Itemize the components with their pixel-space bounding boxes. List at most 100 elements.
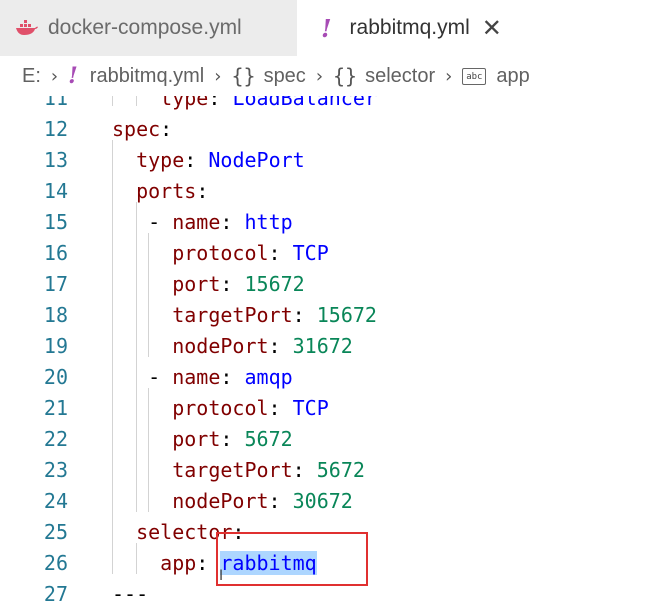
code-text: protocol: TCP <box>112 238 329 269</box>
highlight-box <box>216 532 368 586</box>
code-text: type: LoadBalancer <box>112 96 377 114</box>
close-icon[interactable]: ✕ <box>482 14 502 42</box>
separator: --- <box>112 582 149 606</box>
separator: : <box>220 427 245 451</box>
separator: : <box>160 117 173 141</box>
breadcrumb: E: › ! rabbitmq.yml › {} spec › {} selec… <box>0 56 645 96</box>
code-text: ports: <box>112 176 208 207</box>
yaml-key: spec <box>112 117 161 141</box>
code-text: protocol: TCP <box>112 393 329 424</box>
text-cursor-icon: I <box>219 568 224 584</box>
code-line[interactable]: 18 targetPort: 15672 <box>0 300 645 331</box>
line-number: 11 <box>43 96 68 110</box>
yaml-value: http <box>244 210 293 234</box>
code-line[interactable]: 23 targetPort: 5672 <box>0 455 645 486</box>
code-line[interactable]: 24 nodePort: 30672 <box>0 486 645 517</box>
chevron-right-icon: › <box>50 65 59 87</box>
separator: : <box>268 396 293 420</box>
yaml-key: type <box>136 148 185 172</box>
code-line[interactable]: 13 type: NodePort <box>0 145 645 176</box>
breadcrumb-file[interactable]: rabbitmq.yml <box>90 65 204 88</box>
line-number: 20 <box>43 365 68 389</box>
code-line[interactable]: 16 protocol: TCP <box>0 238 645 269</box>
separator: : <box>220 365 245 389</box>
yaml-value: 5672 <box>244 427 293 451</box>
code-line[interactable]: 17 port: 15672 <box>0 269 645 300</box>
indent: - <box>112 365 173 389</box>
code-text: targetPort: 5672 <box>112 455 365 486</box>
code-line[interactable]: 15 - name: http <box>0 207 645 238</box>
separator: : <box>268 241 293 265</box>
yaml-value: 31672 <box>292 334 353 358</box>
chevron-right-icon: › <box>445 65 453 87</box>
line-number: 24 <box>43 489 68 513</box>
breadcrumb-app[interactable]: app <box>496 65 529 88</box>
yaml-key: targetPort <box>172 458 293 482</box>
code-text: port: 15672 <box>112 269 305 300</box>
breadcrumb-spec[interactable]: spec <box>264 65 306 88</box>
separator: : <box>220 272 245 296</box>
breadcrumb-drive[interactable]: E: <box>22 65 41 88</box>
code-line[interactable]: 19 nodePort: 31672 <box>0 331 645 362</box>
yaml-key: ports <box>136 179 197 203</box>
yaml-value: LoadBalancer <box>232 96 377 110</box>
yaml-value: TCP <box>292 396 329 420</box>
line-number: 12 <box>43 117 68 141</box>
code-line[interactable]: 14 ports: <box>0 176 645 207</box>
code-line[interactable]: 11 type: LoadBalancer <box>0 96 645 114</box>
separator: : <box>292 303 317 327</box>
line-number: 19 <box>43 334 68 358</box>
code-text: nodePort: 31672 <box>112 331 353 362</box>
line-number: 27 <box>43 582 68 606</box>
yaml-exclamation-icon: ! <box>68 63 78 89</box>
code-line[interactable]: 20 - name: amqp <box>0 362 645 393</box>
line-number: 21 <box>43 396 68 420</box>
separator: : <box>208 96 233 110</box>
yaml-value: 15672 <box>316 303 377 327</box>
object-braces-icon: {} <box>333 64 358 88</box>
yaml-value: TCP <box>292 241 329 265</box>
yaml-key: nodePort <box>172 489 269 513</box>
separator: : <box>196 179 209 203</box>
yaml-key: port <box>172 272 221 296</box>
separator: : <box>292 458 317 482</box>
line-number: 13 <box>43 148 68 172</box>
indent: - <box>112 210 173 234</box>
chevron-right-icon: › <box>214 65 222 87</box>
code-text: - name: amqp <box>112 362 293 393</box>
code-text: - name: http <box>112 207 293 238</box>
code-line[interactable]: 21 protocol: TCP <box>0 393 645 424</box>
yaml-value: 5672 <box>316 458 365 482</box>
yaml-value: 15672 <box>244 272 305 296</box>
docker-whale-icon <box>16 20 38 35</box>
code-line[interactable]: 22 port: 5672 <box>0 424 645 455</box>
yaml-key: protocol <box>172 241 269 265</box>
code-text: targetPort: 15672 <box>112 300 377 331</box>
line-number: 14 <box>43 179 68 203</box>
yaml-value: amqp <box>244 365 293 389</box>
yaml-exclamation-icon: ! <box>321 13 332 43</box>
object-braces-icon: {} <box>231 64 256 88</box>
yaml-value: NodePort <box>208 148 305 172</box>
tab-docker-compose[interactable]: docker-compose.yml <box>0 0 297 56</box>
yaml-key: port <box>172 427 221 451</box>
line-number: 15 <box>43 210 68 234</box>
yaml-key: name <box>172 210 221 234</box>
yaml-key: name <box>172 365 221 389</box>
code-text: type: NodePort <box>112 145 305 176</box>
tab-label: rabbitmq.yml <box>349 16 470 39</box>
code-line[interactable]: 12 spec: <box>0 114 645 145</box>
breadcrumb-selector[interactable]: selector <box>365 65 435 88</box>
line-number: 26 <box>43 551 68 575</box>
separator: : <box>220 210 245 234</box>
yaml-key: nodePort <box>172 334 269 358</box>
tab-rabbitmq[interactable]: ! rabbitmq.yml ✕ <box>297 0 645 56</box>
line-number: 22 <box>43 427 68 451</box>
